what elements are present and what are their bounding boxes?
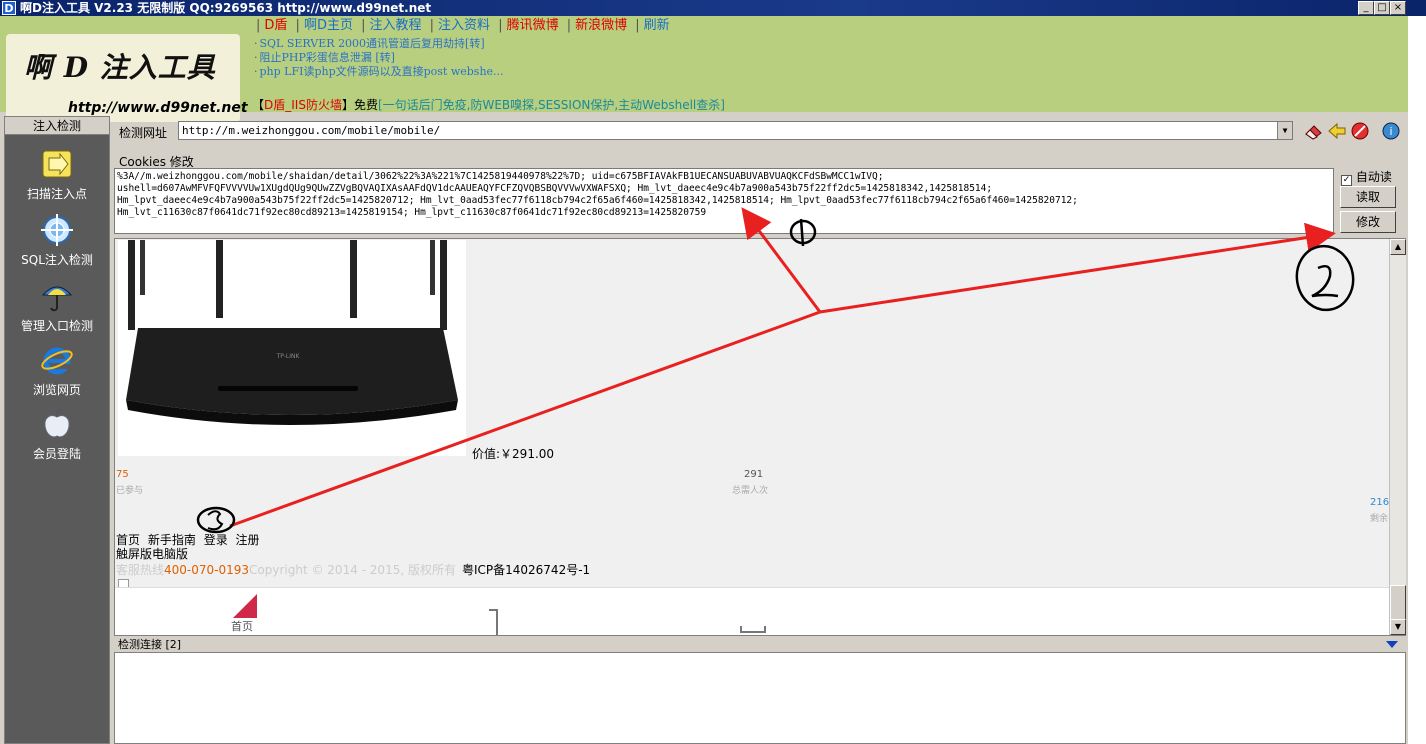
sidebar-item-label: 扫描注入点: [26, 187, 87, 201]
cart-icon: [740, 626, 766, 633]
sidebar-header: 注入检测: [5, 117, 109, 135]
scroll-down-button[interactable]: ▼: [1390, 619, 1406, 635]
product-price: 价值:￥291.00: [472, 447, 555, 461]
link-sina-weibo[interactable]: 新浪微博: [575, 18, 627, 33]
close-button[interactable]: ×: [1390, 1, 1406, 15]
sidebar-item-label: 浏览网页: [32, 383, 81, 397]
target-icon: [41, 214, 73, 246]
sidebar-item-sql[interactable]: SQL注入检测: [5, 213, 109, 268]
mobile-tabbar: 首页: [115, 587, 1389, 635]
scroll-up-button[interactable]: ▲: [1390, 239, 1406, 255]
modify-button[interactable]: 修改: [1340, 211, 1396, 233]
pane-scrollbar[interactable]: ▲ ▼: [1389, 239, 1406, 635]
sidebar: 注入检测 扫描注入点 SQL注入检测 管理入口检测 浏览网页 会员登陆: [4, 116, 110, 744]
collapse-triangle-icon[interactable]: [1386, 641, 1398, 648]
window-title: 啊D注入工具 V2.23 无限制版 QQ:9269563 http://www.…: [20, 1, 432, 15]
hotline-line: 客服热线400-070-0193Copyright © 2014 - 2015,…: [116, 563, 591, 577]
eraser-icon[interactable]: [1304, 121, 1324, 141]
link-resources[interactable]: 注入资料: [438, 18, 490, 33]
stop-icon[interactable]: [1350, 121, 1370, 141]
url-label: 检测网址: [119, 126, 168, 140]
svg-text:i: i: [1389, 125, 1392, 138]
sidebar-item-label: 管理入口检测: [20, 319, 93, 333]
news-item[interactable]: · php LFI读php文件源码以及直接post webshe...: [254, 63, 504, 79]
sidebar-item-admin[interactable]: 管理入口检测: [5, 279, 109, 334]
checkbox-check-icon: ✓: [1341, 175, 1352, 186]
svg-text:TP-LINK: TP-LINK: [276, 353, 301, 360]
url-dropdown-button[interactable]: ▼: [1277, 122, 1292, 139]
home-corner-icon: [233, 594, 257, 618]
ie-browser-icon: [41, 347, 73, 375]
stat-joined-label: 已参与: [116, 486, 144, 496]
stat-joined-value: 75: [116, 469, 129, 480]
nav-login-link[interactable]: 登录: [204, 533, 228, 547]
apple-icon: [44, 408, 70, 438]
cookies-textarea[interactable]: %3A//m.weizhonggou.com/mobile/shaidan/de…: [114, 168, 1334, 234]
product-image: TP-LINK: [118, 240, 466, 456]
tab-home[interactable]: 首页: [231, 618, 253, 634]
sidebar-item-label: 会员登陆: [32, 447, 81, 461]
app-icon: D: [2, 1, 16, 15]
right-gap: [1408, 112, 1426, 744]
log-list[interactable]: [114, 652, 1406, 744]
link-tencent-weibo[interactable]: 腾讯微博: [507, 18, 559, 33]
logo: 啊 D 注入工具 http://www.d99net.net: [6, 34, 248, 122]
link-refresh[interactable]: 刷新: [644, 18, 670, 33]
log-header: 检测连接 [2]: [114, 638, 1406, 652]
promo-line[interactable]: 【D盾_IIS防火墙】免费[一句话后门免疫,防WEB嗅探,SESSION保护,主…: [252, 96, 725, 113]
stat-total-value: 291: [744, 469, 764, 480]
scroll-thumb[interactable]: [1390, 585, 1406, 621]
brand-name: 啊 D 注入工具: [24, 51, 216, 84]
arrow-right-icon: [42, 150, 72, 178]
umbrella-icon: [41, 286, 73, 312]
banner-gap: [1408, 16, 1426, 112]
link-tutorial[interactable]: 注入教程: [369, 18, 421, 33]
version-links[interactable]: 触屏版电脑版: [116, 545, 188, 562]
sidebar-item-label: SQL注入检测: [21, 253, 93, 267]
maximize-button[interactable]: □: [1374, 1, 1390, 15]
back-arrow-icon[interactable]: [1327, 121, 1347, 141]
url-input[interactable]: http://m.weizhonggou.com/mobile/mobile/ …: [178, 121, 1293, 140]
read-button[interactable]: 读取: [1340, 186, 1396, 208]
minimize-button[interactable]: _: [1358, 1, 1374, 15]
link-ddun[interactable]: D盾: [264, 18, 287, 33]
stat-total-label: 总需人次: [732, 486, 769, 496]
sidebar-item-login[interactable]: 会员登陆: [5, 407, 109, 462]
nav-register-link[interactable]: 注册: [236, 533, 260, 547]
category-icon: [489, 609, 505, 635]
auto-read-checkbox[interactable]: ✓ 自动读: [1341, 168, 1392, 186]
log-count: [2]: [165, 638, 182, 651]
help-icon[interactable]: i: [1381, 121, 1401, 141]
sidebar-item-scan[interactable]: 扫描注入点: [5, 147, 109, 202]
browser-pane[interactable]: TP-LINK 价值:￥291.00 75 已参与 291 总需人次 216 剩…: [114, 238, 1406, 636]
sidebar-item-browse[interactable]: 浏览网页: [5, 343, 109, 398]
banner-links: | D盾 | 啊D主页 | 注入教程 | 注入资料 | 腾讯微博 | 新浪微博 | 刷新: [256, 18, 670, 33]
log-label: 检测连接: [118, 638, 162, 651]
stat-remaining-label: 剩余: [1370, 514, 1389, 524]
brand-site: http://www.d99net.net: [68, 100, 248, 116]
link-home[interactable]: 啊D主页: [304, 18, 353, 33]
title-bar: D 啊D注入工具 V2.23 无限制版 QQ:9269563 http://ww…: [0, 0, 1426, 16]
stat-remaining-value: 216: [1370, 497, 1390, 508]
